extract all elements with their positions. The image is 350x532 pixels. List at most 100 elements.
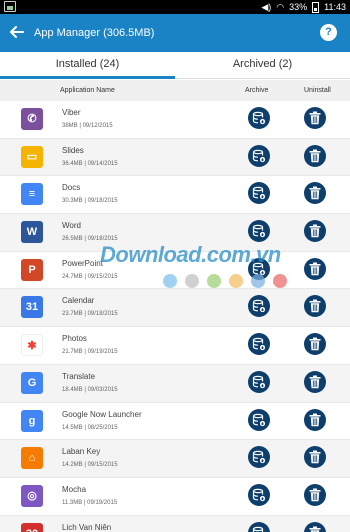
trash-icon	[309, 337, 321, 351]
column-header: Application Name Archive Uninstall	[0, 80, 350, 101]
translate-icon: G	[21, 371, 43, 394]
trash-icon	[309, 111, 321, 125]
app-name: Photos	[62, 334, 87, 344]
active-tab-indicator	[0, 76, 175, 79]
app-size-date: 36.4MB | 09/14/2015	[62, 160, 118, 167]
archive-button[interactable]	[248, 257, 270, 280]
list-item[interactable]: ▭ Slides 36.4MB | 09/14/2015	[0, 138, 350, 177]
app-name: Lich Van Niên	[62, 522, 112, 532]
archive-icon	[252, 111, 266, 125]
archive-button[interactable]	[248, 295, 270, 318]
app-size-date: 18.4MB | 09/03/2015	[62, 386, 118, 393]
app-list: ✆ Viber 38MB | 09/12/2015 ▭ Slides 36.4MB | 0…	[0, 101, 350, 532]
uninstall-button[interactable]	[304, 446, 326, 469]
archive-button[interactable]	[248, 370, 270, 393]
tab-archived[interactable]: Archived (2)	[175, 52, 350, 79]
lich-van-nien-icon: 30	[21, 522, 43, 532]
archive-icon	[252, 450, 266, 464]
archive-icon	[252, 337, 266, 351]
list-item[interactable]: g Google Now Launcher 14.5MB | 08/25/2015	[0, 402, 350, 441]
docs-icon: ≡	[21, 183, 43, 206]
back-button[interactable]	[6, 21, 28, 43]
list-item[interactable]: ✱ Photos 21.7MB | 09/19/2015	[0, 327, 350, 365]
app-size-date: 38MB | 09/12/2015	[62, 123, 113, 129]
viber-icon: ✆	[21, 108, 43, 130]
app-size-date: 21.7MB | 09/19/2015	[62, 349, 118, 356]
list-item[interactable]: ◎ Mocha 11.3MB | 09/19/2015	[0, 477, 350, 516]
app-name: Word	[62, 221, 81, 231]
uninstall-button[interactable]	[304, 408, 326, 431]
archive-button[interactable]	[248, 333, 270, 356]
archive-button[interactable]	[248, 408, 270, 431]
list-item[interactable]: 31 Calendar 23.7MB | 09/18/2015	[0, 289, 350, 328]
app-name: Laban Key	[62, 447, 101, 457]
archive-icon	[252, 224, 266, 238]
list-item[interactable]: G Translate 18.4MB | 09/03/2015	[0, 364, 350, 403]
list-item[interactable]: W Word 26.5MB | 09/18/2015	[0, 214, 350, 252]
list-item[interactable]: ⌂ Laban Key 14.2MB | 09/15/2015	[0, 440, 350, 478]
help-button[interactable]: ?	[320, 24, 337, 41]
app-size-date: 30.3MB | 09/18/2015	[62, 198, 118, 205]
app-size-date: 24.7MB | 09/15/2015	[62, 273, 118, 280]
trash-icon	[309, 375, 321, 389]
trash-icon	[309, 186, 321, 200]
app-size-date: 26.5MB | 09/18/2015	[62, 236, 118, 243]
gallery-notification-icon	[4, 1, 16, 12]
app-name: Translate	[62, 371, 96, 381]
trash-icon	[309, 262, 321, 276]
archive-button[interactable]	[248, 446, 270, 469]
uninstall-button[interactable]	[304, 220, 326, 243]
archive-button[interactable]	[248, 144, 270, 167]
word-icon: W	[21, 221, 43, 244]
archive-icon	[252, 488, 266, 501]
list-item[interactable]: P PowerPoint 24.7MB | 09/15/2015	[0, 251, 350, 290]
list-item[interactable]: 30 Lich Van Niên	[0, 515, 350, 532]
trash-icon	[309, 224, 321, 238]
trash-icon	[309, 413, 321, 426]
wifi-icon: ◠	[276, 2, 285, 12]
uninstall-button[interactable]	[304, 483, 326, 506]
clock: 11:43	[324, 2, 346, 12]
archive-button[interactable]	[248, 107, 270, 129]
back-arrow-icon	[10, 26, 24, 38]
uninstall-button[interactable]	[304, 144, 326, 167]
list-item[interactable]: ✆ Viber 38MB | 09/12/2015	[0, 101, 350, 139]
app-name: Slides	[62, 145, 84, 155]
uninstall-button[interactable]	[304, 182, 326, 205]
archive-button[interactable]	[248, 182, 270, 205]
battery-icon	[312, 1, 320, 13]
trash-icon	[309, 450, 321, 464]
uninstall-button[interactable]	[304, 370, 326, 393]
app-name: Calendar	[62, 296, 95, 306]
archive-icon	[252, 375, 266, 388]
uninstall-button[interactable]	[304, 257, 326, 280]
app-bar: App Manager (306.5MB) ?	[0, 14, 350, 52]
app-size-date: 23.7MB | 09/18/2015	[62, 311, 118, 318]
app-name: PowerPoint	[62, 258, 103, 268]
app-name: Viber	[62, 108, 81, 117]
trash-icon	[309, 149, 321, 162]
uninstall-button[interactable]	[304, 295, 326, 318]
list-item[interactable]: ≡ Docs 30.3MB | 09/18/2015	[0, 176, 350, 215]
tab-installed[interactable]: Installed (24)	[0, 52, 175, 79]
trash-icon	[309, 488, 321, 502]
app-name: Docs	[62, 183, 81, 193]
mocha-icon: ◎	[21, 484, 43, 507]
archive-icon	[252, 149, 266, 162]
archive-button[interactable]	[248, 483, 270, 506]
uninstall-button[interactable]	[304, 333, 326, 356]
volume-icon: ◀)	[261, 2, 272, 12]
laban-key-icon: ⌂	[21, 447, 43, 470]
tab-bar: Installed (24) Archived (2)	[0, 52, 350, 79]
uninstall-button[interactable]	[304, 521, 326, 532]
archive-icon	[252, 262, 266, 275]
archive-button[interactable]	[248, 521, 270, 532]
app-size-date: 11.3MB | 09/19/2015	[62, 499, 118, 506]
uninstall-button[interactable]	[304, 107, 326, 129]
photos-icon: ✱	[21, 334, 43, 357]
column-uninstall: Uninstall	[304, 87, 331, 94]
archive-button[interactable]	[248, 220, 270, 243]
column-application-name: Application Name	[60, 87, 115, 94]
battery-percent: 33%	[289, 2, 308, 12]
trash-icon	[309, 299, 321, 313]
